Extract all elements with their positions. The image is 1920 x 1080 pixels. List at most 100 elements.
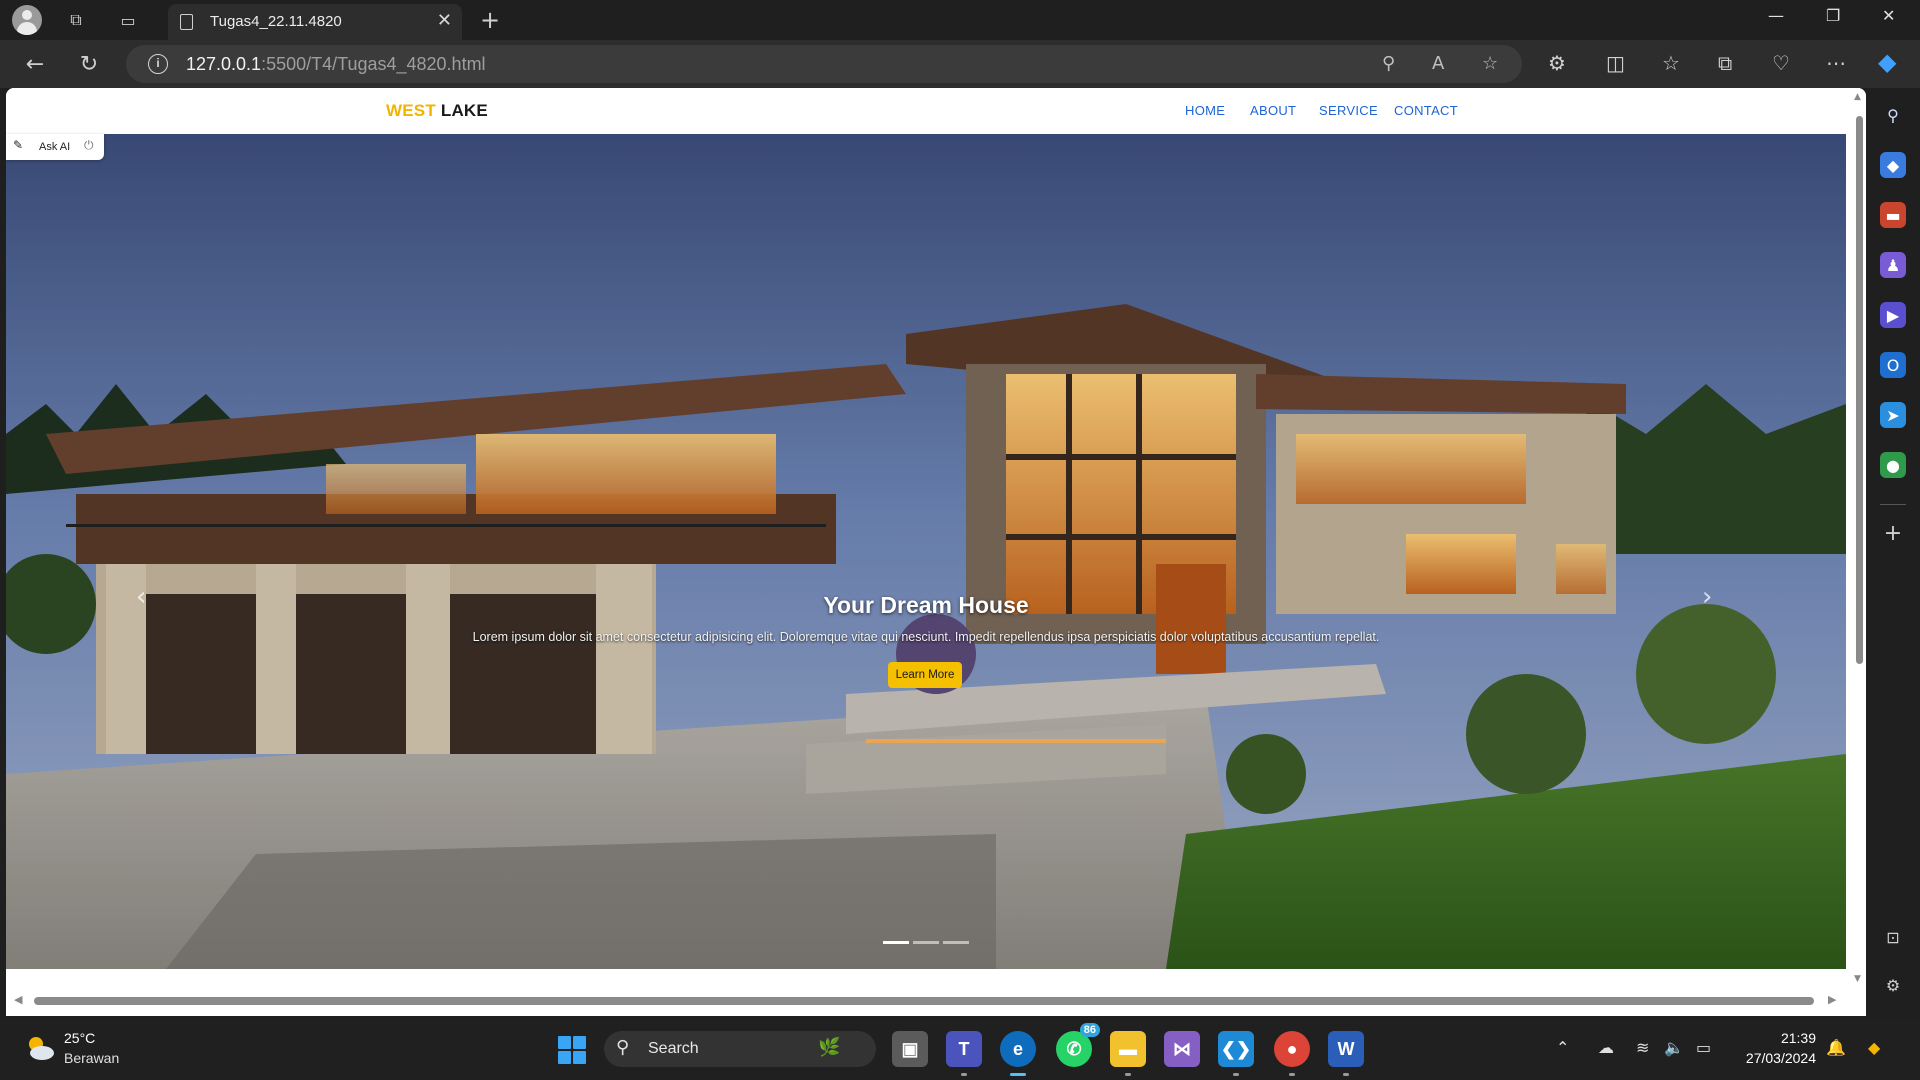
carousel-next-icon[interactable]: ›: [1702, 582, 1712, 612]
favorite-star-icon[interactable]: ☆: [1482, 53, 1498, 74]
onedrive-icon[interactable]: ☁: [1598, 1038, 1614, 1057]
brand-west: WEST: [386, 101, 436, 120]
weather-cloudy-icon[interactable]: [24, 1032, 56, 1064]
sidebar-screenshot-icon[interactable]: ⊡: [1880, 924, 1906, 950]
task-view-icon[interactable]: ▣: [892, 1031, 928, 1067]
close-tab-icon[interactable]: ✕: [437, 10, 452, 31]
copilot-taskbar-icon[interactable]: ◆: [1868, 1038, 1880, 1057]
ask-ai-toolbar: ✎ Ask AI ⏻: [6, 134, 104, 160]
edge-icon[interactable]: e: [1000, 1031, 1036, 1076]
extensions-icon[interactable]: ⚙: [1548, 51, 1566, 75]
scroll-up-icon[interactable]: ▲: [1854, 92, 1861, 102]
vertical-scrollbar[interactable]: ▲ ▼: [1852, 88, 1866, 988]
vscode-icon[interactable]: ❮❯: [1218, 1031, 1254, 1076]
whatsapp-icon[interactable]: ✆ 86: [1056, 1023, 1100, 1067]
sidebar-outlook-icon[interactable]: O: [1880, 352, 1906, 378]
clock-time[interactable]: 21:39: [1752, 1030, 1816, 1046]
site-info-icon[interactable]: i: [148, 54, 168, 74]
sidebar-search-icon[interactable]: ⚲: [1880, 102, 1906, 128]
nav-link-contact[interactable]: CONTACT: [1394, 103, 1458, 118]
tray-overflow-icon[interactable]: ⌃: [1556, 1038, 1569, 1057]
volume-icon[interactable]: 🔈: [1664, 1038, 1684, 1057]
nav-link-home[interactable]: HOME: [1185, 103, 1225, 118]
site-navbar: WEST LAKE HOME ABOUT SERVICE CONTACT: [6, 88, 1846, 134]
browser-essentials-icon[interactable]: ♡: [1772, 51, 1790, 75]
scroll-right-icon[interactable]: ▶: [1828, 993, 1836, 1006]
sidebar-shopping-icon[interactable]: ◆: [1880, 152, 1906, 178]
split-screen-icon[interactable]: ◫: [1606, 51, 1625, 75]
nav-link-about[interactable]: ABOUT: [1250, 103, 1296, 118]
read-aloud-icon[interactable]: A: [1432, 53, 1444, 74]
brand-lake: LAKE: [440, 101, 488, 120]
sidebar-games-icon[interactable]: ♟: [1880, 252, 1906, 278]
sidebar-divider: [1880, 504, 1906, 505]
hero-carousel: Your Dream House Lorem ipsum dolor sit a…: [6, 134, 1846, 969]
site-brand[interactable]: WEST LAKE: [386, 101, 488, 121]
sidebar-settings-icon[interactable]: ⚙: [1880, 972, 1906, 998]
hero-title: Your Dream House: [823, 592, 1029, 618]
more-menu-icon[interactable]: ⋯: [1826, 51, 1846, 75]
whatsapp-badge: 86: [1079, 1023, 1100, 1037]
chrome-icon[interactable]: ●: [1274, 1031, 1310, 1076]
scroll-left-icon[interactable]: ◀: [14, 993, 22, 1006]
browser-tab-bar: ⧉ ▭ Tugas4_22.11.4820 ✕ + — ❐ ✕: [0, 0, 1920, 40]
clock-date[interactable]: 27/03/2024: [1736, 1050, 1816, 1066]
refresh-button[interactable]: ↻: [74, 50, 104, 78]
windows-taskbar: 25°C Berawan ⚲ Search 🌿 ▣ T e ✆ 86 ▬ ⋈ ❮❯…: [0, 1018, 1920, 1080]
carousel-prev-icon[interactable]: ‹: [136, 582, 146, 612]
edge-sidebar: ⚲ ◆ ▬ ♟ ▶ O ➤ ● + ⊡ ⚙: [1866, 88, 1920, 1018]
search-label: Search: [648, 1040, 699, 1057]
ask-ai-button[interactable]: Ask AI: [39, 141, 70, 153]
search-highlight-icon: 🌿: [818, 1037, 841, 1058]
horizontal-scroll-thumb[interactable]: [34, 997, 1814, 1005]
sidebar-send-icon[interactable]: ➤: [1880, 402, 1906, 428]
battery-icon[interactable]: ▭: [1696, 1038, 1711, 1057]
taskbar-search[interactable]: ⚲ Search 🌿: [604, 1031, 876, 1067]
sidebar-tools-icon[interactable]: ▬: [1880, 202, 1906, 228]
weather-temperature[interactable]: 25°C: [64, 1030, 95, 1046]
copilot-icon[interactable]: ◆: [1878, 48, 1896, 76]
start-button[interactable]: [558, 1036, 586, 1064]
back-button[interactable]: ←: [20, 50, 50, 78]
sidebar-copilot-icon[interactable]: ▶: [1880, 302, 1906, 328]
tab-title: Tugas4_22.11.4820: [210, 13, 342, 30]
sidebar-add-icon[interactable]: +: [1880, 520, 1906, 546]
new-tab-button[interactable]: +: [476, 6, 504, 34]
favorites-icon[interactable]: ☆: [1662, 51, 1680, 75]
horizontal-scrollbar[interactable]: ◀ ▶: [6, 992, 1852, 1008]
workspaces-icon[interactable]: ⧉: [62, 6, 90, 34]
url-text[interactable]: 127.0.0.1:5500/T4/Tugas4_4820.html: [186, 54, 486, 75]
teams-icon[interactable]: T: [946, 1031, 982, 1076]
carousel-indicator[interactable]: [943, 941, 969, 944]
carousel-indicator[interactable]: [913, 941, 939, 944]
sidebar-tree-icon[interactable]: ●: [1880, 452, 1906, 478]
wifi-icon[interactable]: ≋: [1636, 1038, 1649, 1057]
hero-description: Lorem ipsum dolor sit amet consectetur a…: [472, 630, 1380, 644]
nav-link-service[interactable]: SERVICE: [1319, 103, 1378, 118]
page-viewport: WEST LAKE HOME ABOUT SERVICE CONTACT You…: [6, 88, 1866, 1016]
close-window-button[interactable]: ✕: [1882, 6, 1895, 25]
profile-avatar[interactable]: [12, 5, 42, 35]
file-explorer-icon[interactable]: ▬: [1110, 1031, 1146, 1076]
carousel-indicator[interactable]: [883, 941, 909, 944]
learn-more-button[interactable]: Learn More: [888, 662, 962, 688]
page-icon: [180, 14, 193, 30]
zoom-icon[interactable]: ⚲: [1382, 53, 1395, 74]
address-bar[interactable]: i 127.0.0.1:5500/T4/Tugas4_4820.html ⚲ A…: [126, 45, 1522, 83]
scroll-down-icon[interactable]: ▼: [1854, 974, 1861, 984]
weather-condition[interactable]: Berawan: [64, 1050, 119, 1066]
restore-button[interactable]: ❐: [1826, 6, 1840, 25]
vertical-tabs-icon[interactable]: ▭: [114, 6, 142, 34]
power-icon[interactable]: ⏻: [84, 138, 94, 153]
search-icon: ⚲: [616, 1037, 630, 1058]
notification-bell-icon[interactable]: 🔔: [1826, 1038, 1846, 1057]
pen-icon[interactable]: ✎: [13, 138, 23, 152]
minimize-button[interactable]: —: [1768, 6, 1784, 25]
address-toolbar: ← ↻ i 127.0.0.1:5500/T4/Tugas4_4820.html…: [0, 40, 1920, 88]
vertical-scroll-thumb[interactable]: [1856, 116, 1863, 664]
visual-studio-icon[interactable]: ⋈: [1164, 1031, 1200, 1067]
hero-image: [6, 134, 1846, 969]
browser-tab-active[interactable]: Tugas4_22.11.4820 ✕: [168, 4, 462, 40]
collections-icon[interactable]: ⧉: [1718, 51, 1732, 75]
word-icon[interactable]: W: [1328, 1031, 1364, 1076]
